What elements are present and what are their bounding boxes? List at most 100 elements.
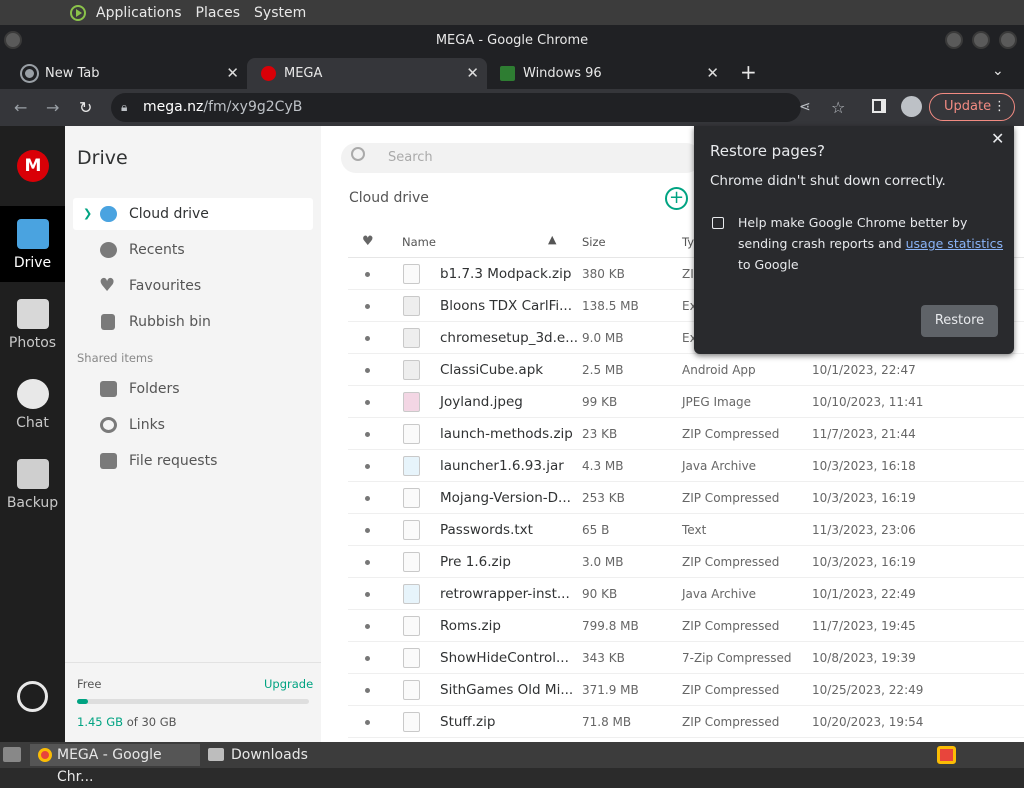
taskbar-item-chrome[interactable]: MEGA - Google Chr... xyxy=(30,744,200,785)
file-date: 10/1/2023, 22:49 xyxy=(812,587,916,601)
side-panel-icon[interactable] xyxy=(872,99,886,113)
file-type: ZIP Compressed xyxy=(682,715,780,729)
new-tab-plus-icon[interactable]: + xyxy=(740,60,757,84)
file-date: 10/3/2023, 16:19 xyxy=(812,491,916,505)
menu-applications[interactable]: Applications xyxy=(96,5,182,21)
row-favourite-dot[interactable] xyxy=(365,496,370,501)
photos-icon xyxy=(16,299,49,329)
sidebar-item-links[interactable]: Links xyxy=(73,409,313,441)
dialog-close-icon[interactable]: ✕ xyxy=(991,129,1004,148)
usage-statistics-link[interactable]: usage statistics xyxy=(906,236,1003,251)
breadcrumb: Cloud drive xyxy=(349,190,429,206)
menu-system[interactable]: System xyxy=(254,5,306,21)
forward-arrow-icon[interactable]: → xyxy=(46,98,59,117)
window-menu-icon[interactable] xyxy=(4,31,22,49)
table-row[interactable]: Stuff.zip 71.8 MB ZIP Compressed 10/20/2023… xyxy=(348,706,1024,738)
column-type[interactable]: Ty xyxy=(682,235,694,249)
tab-mega[interactable]: MEGA ✕ xyxy=(247,58,487,89)
table-row[interactable]: launcher1.6.93.jar 4.3 MB Java Archive 10/3… xyxy=(348,450,1024,482)
row-favourite-dot[interactable] xyxy=(365,656,370,661)
restore-button[interactable]: Restore xyxy=(921,305,998,337)
close-window-button[interactable] xyxy=(999,31,1017,49)
sort-ascending-icon[interactable]: ▲ xyxy=(548,233,556,246)
bookmark-star-icon[interactable]: ☆ xyxy=(831,93,845,122)
crash-report-checkbox[interactable] xyxy=(712,217,724,229)
row-favourite-dot[interactable] xyxy=(365,592,370,597)
search-input[interactable]: Search xyxy=(341,143,701,173)
share-icon[interactable]: ⋖ xyxy=(799,93,811,122)
search-placeholder: Search xyxy=(388,150,433,165)
row-favourite-dot[interactable] xyxy=(365,560,370,565)
update-button[interactable]: Update ⋮ xyxy=(929,93,1015,121)
favourite-heart-icon[interactable]: ♥ xyxy=(362,234,374,249)
tab-search-chevron-icon[interactable]: ⌄ xyxy=(992,63,1004,79)
row-favourite-dot[interactable] xyxy=(365,464,370,469)
table-row[interactable]: Pre 1.6.zip 3.0 MB ZIP Compressed 10/3/2023… xyxy=(348,546,1024,578)
address-bar[interactable]: 🔒︎ mega.nz/fm/xy9g2CyB ⋖ ☆ xyxy=(111,93,845,122)
close-tab-icon[interactable]: ✕ xyxy=(706,58,719,89)
taskbar: MEGA - Google Chr... Downloads xyxy=(0,742,1024,785)
tray-chrome-icon[interactable] xyxy=(937,746,956,764)
table-row[interactable]: SithGames Old Mi... 371.9 MB ZIP Compresse… xyxy=(348,674,1024,706)
minimize-button[interactable] xyxy=(945,31,963,49)
mega-left-rail: M Drive Photos Chat Backup xyxy=(0,126,65,742)
row-favourite-dot[interactable] xyxy=(365,624,370,629)
rail-photos-button[interactable]: Photos xyxy=(0,286,65,362)
menu-places[interactable]: Places xyxy=(196,5,241,21)
sidebar-item-recents[interactable]: Recents xyxy=(73,234,313,266)
row-favourite-dot[interactable] xyxy=(365,272,370,277)
rail-backup-button[interactable]: Backup xyxy=(0,446,65,522)
file-date: 10/20/2023, 19:54 xyxy=(812,715,924,729)
table-row[interactable]: Passwords.txt 65 B Text 11/3/2023, 23:06 xyxy=(348,514,1024,546)
transfers-icon[interactable] xyxy=(17,681,48,712)
add-plus-icon[interactable]: + xyxy=(665,187,688,210)
mega-logo-icon[interactable]: M xyxy=(17,150,49,182)
row-favourite-dot[interactable] xyxy=(365,400,370,405)
table-row[interactable]: ClassiCube.apk 2.5 MB Android App 10/1/2023… xyxy=(348,354,1024,386)
table-row[interactable]: launch-methods.zip 23 KB ZIP Compressed 11/… xyxy=(348,418,1024,450)
file-name: SithGames Old Mi... xyxy=(440,682,574,698)
close-tab-icon[interactable]: ✕ xyxy=(226,58,239,89)
tab-label: Windows 96 xyxy=(523,66,602,81)
tab-new-tab[interactable]: New Tab ✕ xyxy=(0,58,247,89)
windows96-favicon-icon xyxy=(500,66,515,81)
taskbar-item-downloads[interactable]: Downloads xyxy=(200,744,360,766)
table-row[interactable]: ShowHideControl... 343 KB 7-Zip Compressed… xyxy=(348,642,1024,674)
file-size: 138.5 MB xyxy=(582,299,639,313)
column-name[interactable]: Name xyxy=(402,235,436,249)
upgrade-link[interactable]: Upgrade xyxy=(264,677,313,691)
maximize-button[interactable] xyxy=(972,31,990,49)
row-favourite-dot[interactable] xyxy=(365,688,370,693)
profile-avatar-icon[interactable] xyxy=(901,96,922,117)
tab-windows-96[interactable]: Windows 96 ✕ xyxy=(487,58,727,89)
row-favourite-dot[interactable] xyxy=(365,528,370,533)
back-arrow-icon[interactable]: ← xyxy=(14,98,27,117)
dialog-title: Restore pages? xyxy=(710,142,825,160)
distro-logo-icon[interactable] xyxy=(70,4,86,21)
sidebar-item-file-requests[interactable]: File requests xyxy=(73,445,313,477)
rail-chat-button[interactable]: Chat xyxy=(0,366,65,442)
row-favourite-dot[interactable] xyxy=(365,432,370,437)
sidebar-item-rubbish-bin[interactable]: Rubbish bin xyxy=(73,306,313,338)
file-name: Roms.zip xyxy=(440,618,501,634)
expand-chevron-icon[interactable]: ❯ xyxy=(83,198,92,230)
row-favourite-dot[interactable] xyxy=(365,368,370,373)
backup-monitor-icon xyxy=(16,459,49,489)
table-row[interactable]: Roms.zip 799.8 MB ZIP Compressed 11/7/2023,… xyxy=(348,610,1024,642)
row-favourite-dot[interactable] xyxy=(365,304,370,309)
zip-file-icon xyxy=(403,648,420,668)
table-row[interactable]: retrowrapper-inst... 90 KB Java Archive 10/… xyxy=(348,578,1024,610)
sidebar-item-folders[interactable]: Folders xyxy=(73,373,313,405)
show-desktop-icon[interactable] xyxy=(3,747,21,762)
rail-drive-button[interactable]: Drive xyxy=(0,206,65,282)
reload-icon[interactable]: ↻ xyxy=(79,98,92,117)
row-favourite-dot[interactable] xyxy=(365,720,370,725)
sidebar-item-favourites[interactable]: ♥ Favourites xyxy=(73,270,313,302)
close-tab-icon[interactable]: ✕ xyxy=(466,58,479,89)
sidebar-item-cloud-drive[interactable]: ❯ Cloud drive xyxy=(73,198,313,230)
column-size[interactable]: Size xyxy=(582,235,606,249)
zip-file-icon xyxy=(403,424,420,444)
table-row[interactable]: Mojang-Version-D... 253 KB ZIP Compressed 1… xyxy=(348,482,1024,514)
table-row[interactable]: Joyland.jpeg 99 KB JPEG Image 10/10/2023, 1… xyxy=(348,386,1024,418)
row-favourite-dot[interactable] xyxy=(365,336,370,341)
